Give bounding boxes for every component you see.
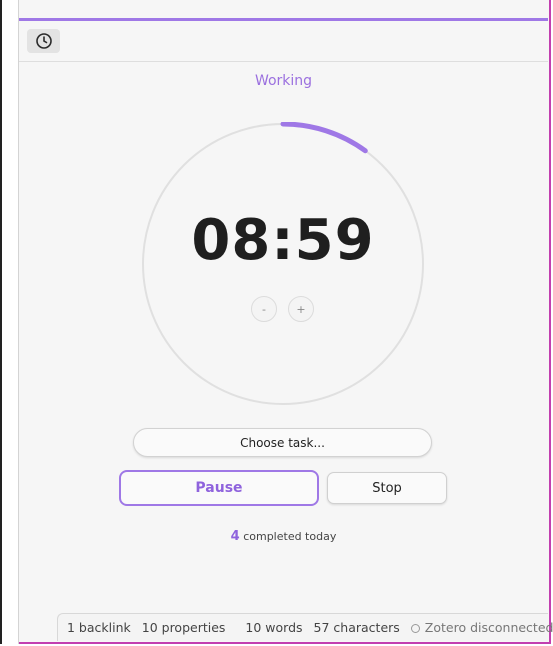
- status-bar: 1 backlink 10 properties 10 words 57 cha…: [57, 613, 553, 641]
- properties-count[interactable]: 10 properties: [142, 620, 226, 635]
- completed-label: completed today: [243, 530, 337, 543]
- character-count: 57 characters: [313, 620, 400, 635]
- clock-button[interactable]: [27, 29, 60, 53]
- completed-today: 4 completed today: [19, 529, 548, 544]
- left-sidebar-strip: [0, 0, 19, 644]
- timer-status: Working: [254, 73, 313, 89]
- timer-ring-progress: [280, 122, 368, 154]
- zotero-status[interactable]: Zotero disconnected: [410, 620, 553, 635]
- decrease-time-button[interactable]: -: [251, 296, 277, 322]
- zotero-status-label: Zotero disconnected: [424, 620, 553, 635]
- window-left-edge: [0, 0, 2, 644]
- clock-icon: [35, 33, 52, 49]
- word-count: 10 words: [245, 620, 303, 635]
- stop-button[interactable]: Stop: [327, 472, 447, 504]
- completed-count: 4: [230, 529, 240, 544]
- timer-display: 08:59: [191, 208, 375, 273]
- increase-time-button[interactable]: +: [288, 296, 314, 322]
- backlinks-count[interactable]: 1 backlink: [67, 620, 131, 635]
- zotero-status-icon: [410, 624, 420, 633]
- choose-task-button[interactable]: Choose task...: [133, 428, 432, 457]
- app-window: Working 08:59 - + Choose task... Pause S…: [0, 0, 553, 644]
- view-toolbar: [19, 21, 548, 62]
- pause-button[interactable]: Pause: [119, 470, 319, 506]
